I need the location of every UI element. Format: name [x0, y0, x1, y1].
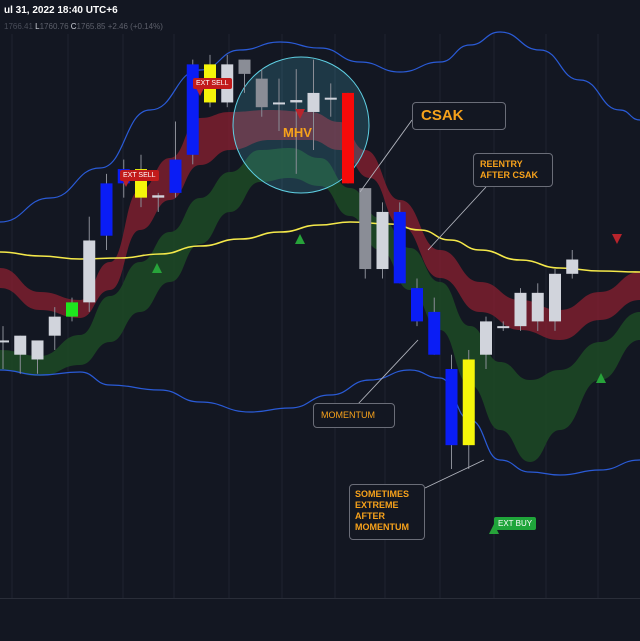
candle	[186, 59, 199, 165]
candle-body	[66, 302, 78, 317]
price-chart[interactable]: 232425282930	[0, 0, 640, 640]
candle-body	[100, 183, 113, 236]
candle	[342, 92, 354, 184]
mhv-label: MHV	[283, 125, 312, 140]
annotation-momentum: MOMENTUM	[313, 403, 395, 428]
candle-body	[14, 335, 27, 355]
annotation-reentry: REENTRY AFTER CSAK	[473, 153, 553, 187]
candle	[376, 202, 389, 279]
time-axis[interactable]	[0, 598, 640, 641]
candle-body	[428, 311, 441, 355]
candle-body	[531, 292, 544, 322]
candle-body	[393, 211, 406, 284]
ohlc-close: 1765.85	[76, 22, 106, 31]
candle-body	[152, 195, 165, 198]
ohlc-low: 1760.76	[39, 22, 69, 31]
candle	[359, 188, 372, 279]
candle-body	[445, 369, 458, 446]
ext-buy-tag: EXT BUY	[494, 517, 537, 530]
candle-body	[48, 316, 61, 336]
candle-body	[290, 100, 303, 103]
candle-body	[273, 102, 285, 105]
annotation-sometimes: SOMETIMES EXTREME AFTER MOMENTUM	[349, 484, 425, 540]
ohlc-legend: 1766.41 L1760.76 C1765.85 +2.46 (+0.14%)	[0, 20, 167, 34]
candle-body	[376, 211, 389, 270]
candle-body	[238, 59, 251, 74]
candle-body	[497, 326, 510, 329]
chart-header: ul 31, 2022 18:40 UTC+6	[0, 0, 122, 20]
candle-body	[83, 240, 96, 303]
candle-body	[324, 97, 337, 100]
candle	[514, 288, 527, 331]
candle-body	[462, 359, 475, 446]
ext-sell-tag: EXT SELL	[193, 78, 232, 89]
candle-body	[31, 340, 44, 360]
ohlc-open: 1766.41	[4, 22, 33, 31]
candle	[393, 202, 406, 284]
ohlc-change: +2.46 (+0.14%)	[107, 22, 163, 31]
header-date: ul 31, 2022 18:40 UTC+6	[4, 5, 118, 16]
candle-body	[255, 78, 268, 108]
candle-body	[342, 92, 354, 184]
candle-body	[411, 288, 423, 322]
candle-body	[566, 259, 579, 274]
candle-body	[0, 340, 9, 343]
annotation-csak: CSAK	[412, 102, 506, 130]
candle-body	[480, 321, 492, 355]
candle-body	[307, 92, 320, 112]
candle-body	[169, 159, 182, 193]
ext-sell-tag: EXT SELL	[120, 170, 159, 181]
candle-body	[514, 292, 527, 327]
candle-body	[549, 273, 561, 322]
candle-body	[359, 188, 372, 270]
